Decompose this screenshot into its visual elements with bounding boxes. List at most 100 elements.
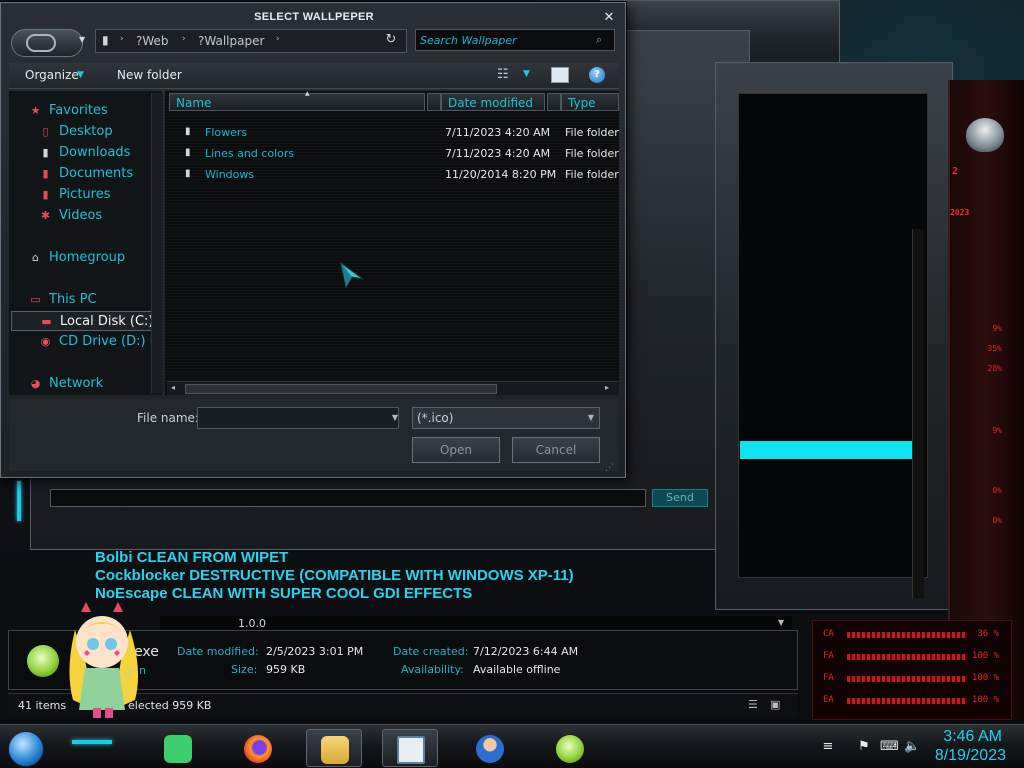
column-date-modified[interactable]: Date modified bbox=[441, 93, 545, 111]
close-icon[interactable]: ✕ bbox=[601, 10, 617, 26]
menu-lines-icon[interactable]: ≡ bbox=[820, 739, 836, 755]
folder-icon: ▮ bbox=[185, 126, 191, 137]
new-folder-button[interactable]: New folder bbox=[117, 68, 182, 82]
taskbar-app-lime[interactable] bbox=[542, 729, 598, 767]
progress-bar bbox=[740, 441, 912, 459]
file-row[interactable]: ▮ Lines and colors 7/11/2023 4:20 AM Fil… bbox=[181, 144, 621, 164]
chevron-down-icon[interactable]: ▼ bbox=[389, 407, 401, 429]
file-name-input[interactable] bbox=[198, 408, 378, 428]
nav-item-label: Documents bbox=[59, 166, 134, 181]
chevron-down-icon[interactable]: ▼ bbox=[79, 35, 89, 47]
preview-pane-icon[interactable] bbox=[551, 67, 569, 83]
list-item[interactable]: Cockblocker DESTRUCTIVE (COMPATIBLE WITH… bbox=[95, 567, 655, 585]
address-bar[interactable]: ▮ › ?Web › ?Wallpaper › bbox=[95, 29, 407, 53]
availability-field: Availability: bbox=[401, 663, 464, 676]
taskbar-app-user[interactable] bbox=[462, 729, 518, 767]
clock-date[interactable]: 8/19/2023 bbox=[935, 747, 1006, 765]
horizontal-scrollbar[interactable]: ◂ ▸ bbox=[167, 381, 619, 395]
nav-item-local-disk[interactable]: ▬ Local Disk (C:) bbox=[11, 311, 157, 331]
nav-item-label: Favorites bbox=[49, 103, 108, 118]
list-item[interactable]: NoEscape CLEAN WITH SUPER COOL GDI EFFEC… bbox=[95, 585, 655, 603]
nav-item-label: Homegroup bbox=[49, 250, 126, 265]
send-button[interactable]: Send bbox=[652, 489, 708, 507]
file-date: 7/11/2023 4:20 AM bbox=[445, 147, 551, 160]
file-type-select[interactable]: (*.ico) ▼ bbox=[412, 407, 600, 429]
character-sticker bbox=[69, 602, 139, 718]
nav-item-label: CD Drive (D:) FF bbox=[59, 334, 157, 349]
chevron-down-icon[interactable]: ▼ bbox=[77, 70, 84, 80]
scroll-down-icon[interactable]: ▼ bbox=[778, 618, 788, 628]
alien-logo-icon bbox=[966, 118, 1004, 152]
computer-icon: ▭ bbox=[30, 293, 41, 306]
search-input[interactable] bbox=[420, 32, 590, 48]
organize-button[interactable]: Organize bbox=[25, 68, 79, 82]
column-name[interactable]: Name bbox=[169, 93, 425, 111]
nav-item-label: Pictures bbox=[59, 187, 111, 202]
scroll-left-icon[interactable]: ◂ bbox=[171, 383, 175, 392]
taskbar-app-notes[interactable] bbox=[150, 729, 206, 767]
resize-grip-icon[interactable]: ⋰ bbox=[605, 463, 617, 475]
search-icon[interactable]: ⌕ bbox=[596, 33, 608, 46]
nav-item-label: Desktop bbox=[59, 124, 113, 139]
start-button[interactable] bbox=[8, 731, 44, 767]
view-options-icon[interactable]: ☷ bbox=[497, 67, 513, 83]
search-box[interactable]: ⌕ bbox=[415, 29, 615, 51]
flag-icon[interactable]: ⚑ bbox=[856, 739, 872, 755]
user-app-icon bbox=[476, 735, 504, 763]
desktop-icon: ▯ bbox=[42, 125, 49, 138]
file-name: Windows bbox=[205, 168, 255, 181]
stat-row: FA 100 % bbox=[823, 651, 999, 663]
stat-row: CA 36 % bbox=[823, 629, 999, 641]
network-tray-icon[interactable]: ⌨ bbox=[880, 739, 899, 755]
nav-item-label: Downloads bbox=[59, 145, 131, 160]
file-row[interactable]: ▮ Flowers 7/11/2023 4:20 AM File folder bbox=[181, 123, 621, 143]
documents-icon: ▮ bbox=[42, 167, 49, 180]
chevron-down-icon[interactable]: ▼ bbox=[523, 69, 533, 81]
scroll-thumb[interactable] bbox=[185, 384, 497, 394]
nav-scrollbar[interactable] bbox=[151, 93, 163, 393]
taskbar-app-firefox[interactable] bbox=[230, 729, 286, 767]
file-date: 7/11/2023 4:20 AM bbox=[445, 126, 551, 139]
stat-pct: 100 % bbox=[971, 651, 999, 661]
tiles-view-icon[interactable]: ▣ bbox=[770, 698, 780, 711]
back-forward-button[interactable] bbox=[11, 29, 83, 57]
chat-input[interactable] bbox=[50, 489, 646, 507]
column-type[interactable]: Type bbox=[561, 93, 619, 111]
details-view-icon[interactable]: ☰ bbox=[748, 698, 758, 711]
list-item[interactable]: Bolbi CLEAN FROM WIPET bbox=[95, 549, 655, 567]
open-button[interactable]: Open bbox=[412, 437, 500, 463]
clock-time[interactable]: 3:46 AM bbox=[943, 728, 1002, 746]
size-field: Size: bbox=[231, 663, 257, 676]
cancel-button[interactable]: Cancel bbox=[512, 437, 600, 463]
file-type: File folder bbox=[565, 147, 619, 160]
taskbar-app-explorer[interactable] bbox=[306, 729, 362, 767]
stats-gadget: CA 36 % FA 100 % FA 100 % EA 100 % bbox=[812, 620, 1012, 720]
breadcrumb-separator-icon[interactable]: › bbox=[120, 34, 124, 44]
file-type-value: (*.ico) bbox=[417, 411, 454, 425]
nav-item-cd-drive[interactable]: ◉ CD Drive (D:) FF bbox=[35, 332, 157, 352]
column-divider[interactable] bbox=[427, 93, 441, 111]
scroll-right-icon[interactable]: ▸ bbox=[605, 383, 609, 392]
stat-bar bbox=[847, 632, 967, 638]
taskbar-app-window[interactable] bbox=[382, 729, 438, 767]
breadcrumb-separator-icon[interactable]: › bbox=[276, 34, 280, 44]
select-wallpaper-dialog: SELECT WALLPEPER ✕ ▼ ▮ › ?Web › ?Wallpap… bbox=[0, 2, 626, 478]
date-modified-label: Date modified: bbox=[177, 645, 259, 658]
breadcrumb-separator-icon[interactable]: › bbox=[182, 34, 186, 44]
volume-icon[interactable]: 🔈 bbox=[904, 739, 920, 755]
refresh-icon[interactable]: ↻ bbox=[383, 32, 399, 48]
help-icon[interactable]: ? bbox=[589, 67, 605, 83]
breadcrumb-wallpaper[interactable]: ?Wallpaper bbox=[198, 34, 264, 48]
file-list: Name ▲ Date modified Type ▮ Flowers 7/11… bbox=[165, 90, 621, 395]
nav-item-label: Network bbox=[49, 376, 104, 391]
file-row[interactable]: ▮ Windows 11/20/2014 8:20 PM File folder bbox=[181, 165, 621, 185]
taskbar: ≡ ⚑ ⌨ 🔈 3:46 AM 8/19/2023 bbox=[0, 724, 1024, 768]
panel-scrollbar[interactable] bbox=[912, 229, 924, 599]
stat-label: FA bbox=[823, 673, 834, 683]
homegroup-icon: ⌂ bbox=[32, 251, 39, 264]
file-name-field[interactable] bbox=[197, 407, 399, 429]
dialog-footer: File name: ▼ (*.ico) ▼ Open Cancel bbox=[9, 399, 619, 471]
chevron-down-icon[interactable]: ▼ bbox=[585, 408, 597, 428]
breadcrumb-web[interactable]: ?Web bbox=[136, 34, 169, 48]
column-divider[interactable] bbox=[547, 93, 561, 111]
